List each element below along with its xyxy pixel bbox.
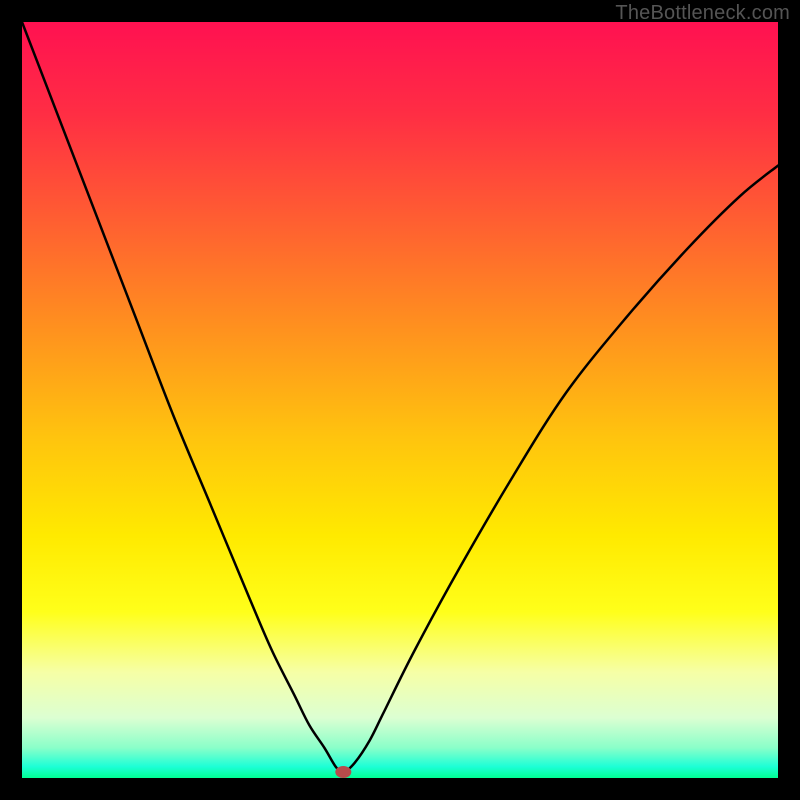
curve-plot bbox=[22, 22, 778, 778]
chart-frame: TheBottleneck.com bbox=[0, 0, 800, 800]
bottleneck-curve-path bbox=[22, 22, 778, 772]
optimum-marker bbox=[335, 766, 351, 778]
plot-area bbox=[22, 22, 778, 778]
